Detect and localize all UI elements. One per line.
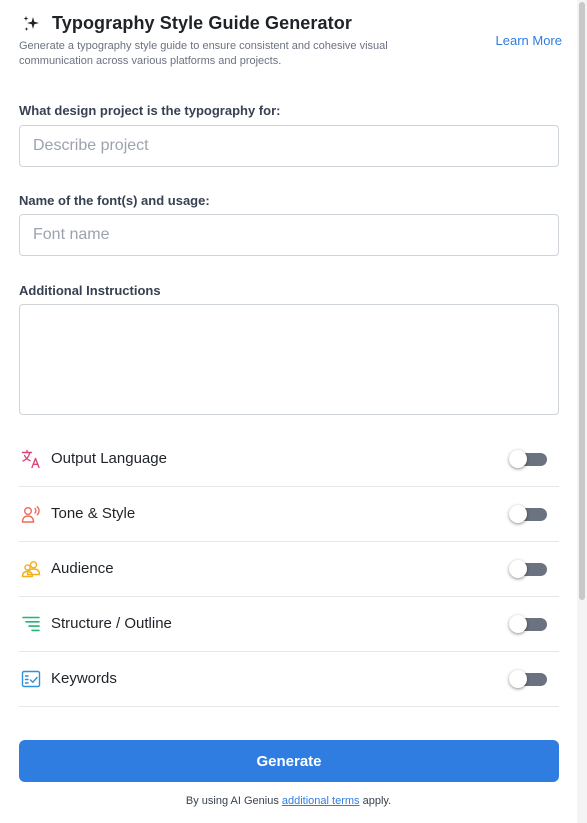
keywords-icon xyxy=(21,670,41,688)
sparkles-icon xyxy=(23,16,39,31)
option-tone-style[interactable]: Tone & Style xyxy=(19,487,559,542)
outline-icon xyxy=(22,616,40,632)
structure-outline-toggle[interactable] xyxy=(509,615,547,633)
option-label: Structure / Outline xyxy=(51,615,172,632)
scrollbar[interactable] xyxy=(577,0,587,823)
output-language-toggle[interactable] xyxy=(509,450,547,468)
generate-button[interactable]: Generate xyxy=(19,740,559,782)
audience-icon xyxy=(21,561,41,578)
option-structure-outline[interactable]: Structure / Outline xyxy=(19,597,559,652)
terms-prefix: By using AI Genius xyxy=(185,795,282,807)
tone-style-toggle[interactable] xyxy=(509,505,547,523)
font-label: Name of the font(s) and usage: xyxy=(19,193,210,208)
option-label: Audience xyxy=(51,560,114,577)
option-label: Keywords xyxy=(51,670,117,687)
typography-generator-form: Typography Style Guide Generator Generat… xyxy=(0,0,577,823)
terms-notice: By using AI Genius additional terms appl… xyxy=(0,795,577,807)
font-input[interactable] xyxy=(19,214,559,256)
scrollbar-thumb[interactable] xyxy=(579,2,585,600)
instructions-textarea[interactable] xyxy=(19,304,559,415)
page-title: Typography Style Guide Generator xyxy=(52,13,352,33)
project-input[interactable] xyxy=(19,125,559,167)
project-label: What design project is the typography fo… xyxy=(19,103,281,118)
option-keywords[interactable]: Keywords xyxy=(19,652,559,707)
translate-icon xyxy=(21,449,40,469)
learn-more-link[interactable]: Learn More xyxy=(496,33,562,48)
page-subtitle: Generate a typography style guide to ens… xyxy=(19,40,388,67)
option-label: Output Language xyxy=(51,450,167,467)
instructions-label: Additional Instructions xyxy=(19,283,161,298)
additional-terms-link[interactable]: additional terms xyxy=(282,795,360,807)
audience-toggle[interactable] xyxy=(509,560,547,578)
option-label: Tone & Style xyxy=(51,505,136,522)
terms-suffix: apply. xyxy=(359,795,392,807)
option-audience[interactable]: Audience xyxy=(19,542,559,597)
voice-icon xyxy=(21,506,40,523)
keywords-toggle[interactable] xyxy=(509,670,547,688)
option-output-language[interactable]: Output Language xyxy=(19,432,559,487)
